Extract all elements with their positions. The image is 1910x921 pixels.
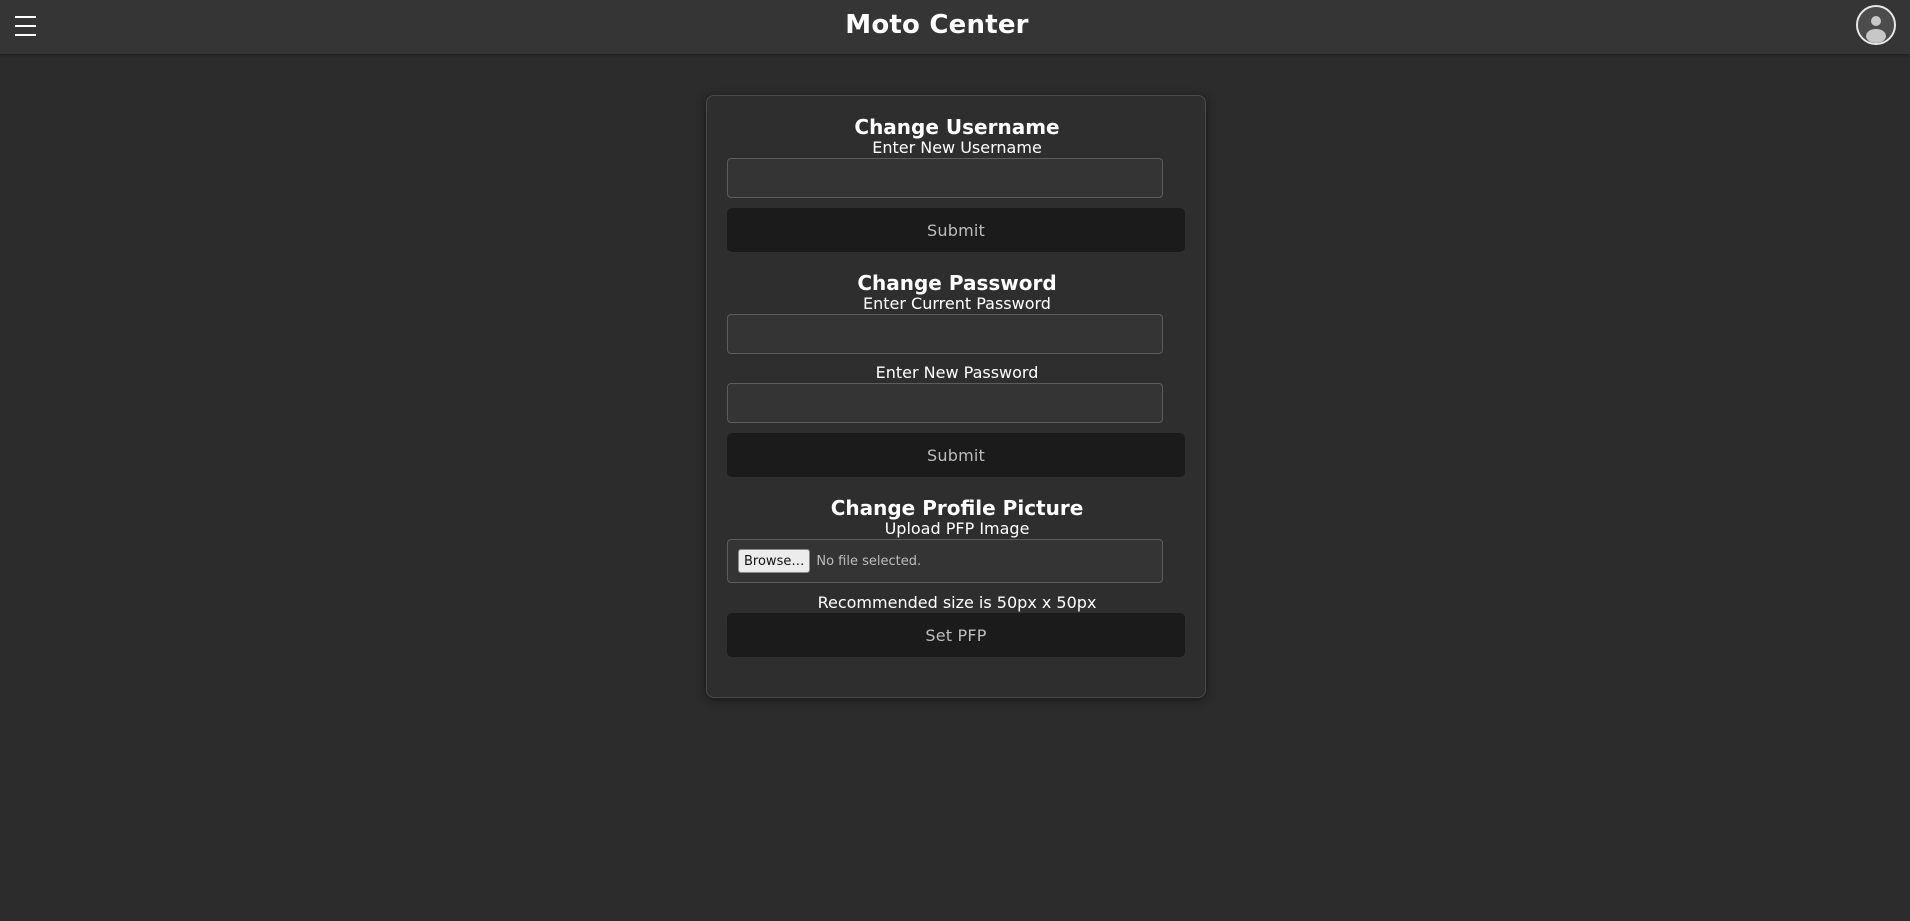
user-avatar-icon[interactable]: [1856, 5, 1896, 45]
change-username-title: Change Username: [854, 115, 1060, 139]
top-bar: Moto Center: [0, 0, 1910, 54]
change-pfp-title: Change Profile Picture: [830, 496, 1084, 520]
current-password-label: Enter Current Password: [863, 294, 1051, 313]
app-title: Moto Center: [845, 10, 1029, 40]
upload-pfp-label: Upload PFP Image: [884, 519, 1030, 538]
file-status-text: No file selected.: [816, 553, 922, 569]
browse-button[interactable]: Browse…: [738, 549, 811, 573]
set-pfp-button[interactable]: Set PFP: [727, 613, 1185, 657]
new-password-input[interactable]: [727, 383, 1163, 423]
avatar-silhouette-icon: [1858, 7, 1894, 43]
pfp-file-input[interactable]: Browse… No file selected.: [727, 539, 1163, 583]
password-submit-button[interactable]: Submit: [727, 433, 1185, 477]
pfp-size-hint: Recommended size is 50px x 50px: [817, 593, 1097, 612]
settings-card: Change Username Enter New Username Submi…: [706, 95, 1206, 698]
new-username-label: Enter New Username: [872, 138, 1042, 157]
new-username-input[interactable]: [727, 158, 1163, 198]
new-password-label: Enter New Password: [875, 363, 1039, 382]
change-password-title: Change Password: [857, 271, 1057, 295]
current-password-input[interactable]: [727, 314, 1163, 354]
username-submit-button[interactable]: Submit: [727, 208, 1185, 252]
